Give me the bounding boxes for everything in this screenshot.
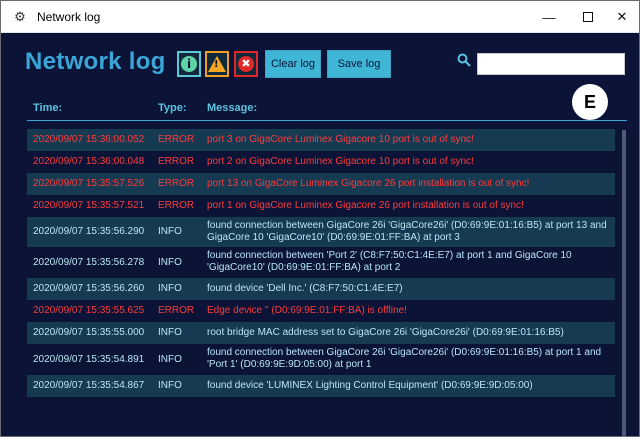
log-row[interactable]: 2020/09/07 15:35:56.260 INFO found device … xyxy=(27,278,615,300)
log-row[interactable]: 2020/09/07 15:35:57.521 ERROR port 1 on Gi… xyxy=(27,195,615,217)
log-time: 2020/09/07 15:35:56.290 xyxy=(33,226,145,237)
error-icon: ✖ xyxy=(238,56,254,72)
clear-log-button[interactable]: Clear log xyxy=(265,50,321,78)
log-message: port 2 on GigaCore Luminex Gigacore 10 p… xyxy=(207,156,474,167)
close-button[interactable]: ✕ xyxy=(599,1,639,33)
log-message: port 3 on GigaCore Luminex Gigacore 10 p… xyxy=(207,134,474,145)
log-message: found connection between 'Port 2' (C8:F7… xyxy=(207,250,572,273)
search-input[interactable] xyxy=(477,53,625,75)
log-row[interactable]: 2020/09/07 15:35:56.278 INFO found connect… xyxy=(27,247,615,278)
app-window: ⚙ Network log — ✕ Network log i ! ✖ Clea… xyxy=(0,0,640,437)
gear-icon: ⚙ xyxy=(14,9,26,24)
info-icon: i xyxy=(181,56,197,72)
log-row[interactable]: 2020/09/07 15:36:00.052 ERROR port 3 on Gi… xyxy=(27,129,615,151)
save-log-button[interactable]: Save log xyxy=(327,50,391,78)
log-message: found device 'Dell Inc.' (C8:F7:50:C1:4E… xyxy=(207,283,403,294)
log-message: found device 'LUMINEX Lighting Control E… xyxy=(207,380,533,391)
log-type: ERROR xyxy=(158,178,195,189)
log-type: ERROR xyxy=(158,156,195,167)
title-bar: ⚙ Network log — ✕ xyxy=(1,1,639,33)
log-message: found connection between GigaCore 26i 'G… xyxy=(207,347,602,370)
log-row[interactable]: 2020/09/07 15:35:57.526 ERROR port 13 on G… xyxy=(27,173,615,195)
log-time: 2020/09/07 15:35:54.867 xyxy=(33,380,145,391)
log-type: INFO xyxy=(158,257,182,268)
warning-icon: ! xyxy=(208,56,226,72)
vertical-scrollbar[interactable] xyxy=(622,130,626,436)
log-row[interactable]: 2020/09/07 15:36:00.048 ERROR port 2 on Gi… xyxy=(27,151,615,173)
log-type: INFO xyxy=(158,283,182,294)
log-time: 2020/09/07 15:36:00.052 xyxy=(33,134,145,145)
error-filter-button[interactable]: ✖ xyxy=(234,51,258,77)
log-time: 2020/09/07 15:35:56.278 xyxy=(33,257,145,268)
log-type: ERROR xyxy=(158,305,195,316)
search-icon xyxy=(457,53,471,67)
log-message: found connection between GigaCore 26i 'G… xyxy=(207,220,607,243)
log-time: 2020/09/07 15:35:57.521 xyxy=(33,200,145,211)
info-filter-button[interactable]: i xyxy=(177,51,201,77)
header-divider xyxy=(27,120,627,121)
annotation-badge: E xyxy=(572,84,608,120)
log-row[interactable]: 2020/09/07 15:35:55.000 INFO root bridge M… xyxy=(27,322,615,344)
page-title: Network log xyxy=(25,48,166,75)
maximize-icon xyxy=(583,12,593,22)
log-message: port 13 on GigaCore Luminex Gigacore 26 … xyxy=(207,178,530,189)
log-type: ERROR xyxy=(158,200,195,211)
log-type: INFO xyxy=(158,380,182,391)
log-time: 2020/09/07 15:35:55.625 xyxy=(33,305,145,316)
log-message: Edge device '' (D0:69:9E:01:FF:BA) is of… xyxy=(207,305,407,316)
log-message: root bridge MAC address set to GigaCore … xyxy=(207,327,564,338)
window-title: Network log xyxy=(37,10,101,24)
app-content: Network log i ! ✖ Clear log Save log E T… xyxy=(1,34,639,436)
log-type: INFO xyxy=(158,354,182,365)
log-message: port 1 on GigaCore Luminex Gigacore 26 p… xyxy=(207,200,524,211)
log-row[interactable]: 2020/09/07 15:35:55.625 ERROR Edge device … xyxy=(27,300,615,322)
log-time: 2020/09/07 15:35:56.260 xyxy=(33,283,145,294)
warning-filter-button[interactable]: ! xyxy=(205,51,229,77)
column-header-time: Time: xyxy=(33,102,63,114)
close-icon: ✕ xyxy=(616,9,628,24)
log-time: 2020/09/07 15:35:55.000 xyxy=(33,327,145,338)
scrollbar-thumb[interactable] xyxy=(622,130,626,436)
log-row[interactable]: 2020/09/07 15:35:54.891 INFO found connect… xyxy=(27,344,615,375)
minimize-icon: — xyxy=(542,9,556,25)
log-time: 2020/09/07 15:35:54.891 xyxy=(33,354,145,365)
log-type: ERROR xyxy=(158,134,195,145)
log-type: INFO xyxy=(158,327,182,338)
log-time: 2020/09/07 15:36:00.048 xyxy=(33,156,145,167)
log-list: 2020/09/07 15:36:00.052 ERROR port 3 on Gi… xyxy=(27,129,615,397)
log-row[interactable]: 2020/09/07 15:35:56.290 INFO found connect… xyxy=(27,217,615,247)
log-type: INFO xyxy=(158,226,182,237)
warning-glyph: ! xyxy=(214,59,219,70)
log-time: 2020/09/07 15:35:57.526 xyxy=(33,178,145,189)
column-header-message: Message: xyxy=(207,102,258,114)
column-header-type: Type: xyxy=(158,102,187,114)
log-row[interactable]: 2020/09/07 15:35:54.867 INFO found device … xyxy=(27,375,615,397)
